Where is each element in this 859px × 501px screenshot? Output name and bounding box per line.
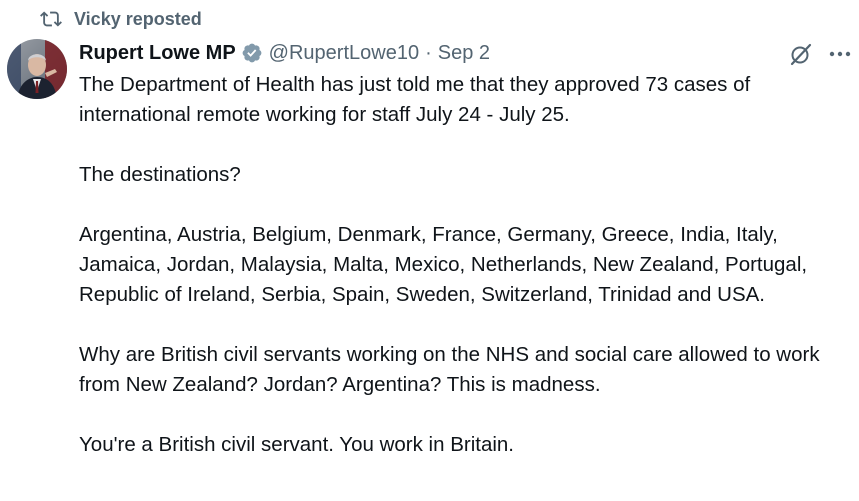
more-options-icon[interactable] [827,42,853,66]
tweet-paragraph: The destinations? [79,163,241,186]
tweet-date[interactable]: Sep 2 [438,42,490,65]
tweet-paragraph: Why are British civil servants working o… [79,343,826,396]
tweet-header: Rupert Lowe MP @RupertLowe10 · Sep 2 [79,38,490,68]
gray-verified-badge-icon[interactable] [241,42,263,64]
separator-dot: · [425,41,432,64]
repost-icon [40,8,62,30]
grok-icon[interactable] [789,42,813,66]
author-handle[interactable]: @RupertLowe10 [269,42,419,65]
repost-label: Vicky reposted [74,8,202,29]
repost-context[interactable]: Vicky reposted [40,6,202,32]
tweet-actions-top [789,42,853,66]
avatar[interactable] [7,39,67,99]
tweet-text: The Department of Health has just told m… [79,70,859,490]
author-name[interactable]: Rupert Lowe MP [79,42,236,65]
tweet-paragraph: The Department of Health has just told m… [79,73,756,126]
tweet-paragraph: Argentina, Austria, Belgium, Denmark, Fr… [79,223,813,306]
tweet-paragraph: You're a British civil servant. You work… [79,433,515,456]
